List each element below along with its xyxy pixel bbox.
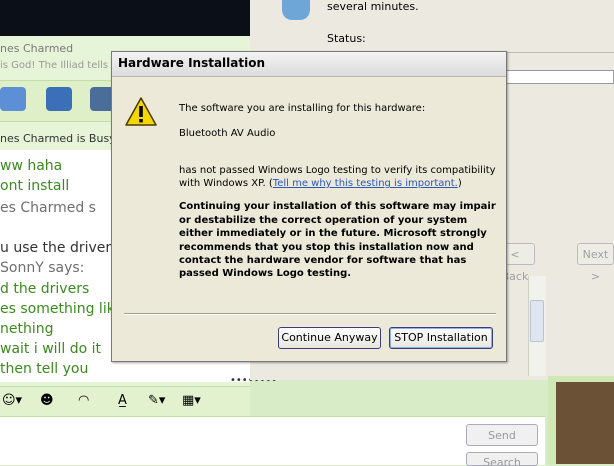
dialog-message-line3: with Windows XP. (Tell me why this testi… xyxy=(179,178,462,189)
stop-installation-button[interactable]: STOP Installation xyxy=(389,327,493,349)
logo-testing-info-link[interactable]: Tell me why this testing is important. xyxy=(273,178,458,189)
chat-line: es something lik xyxy=(0,301,115,317)
display-picture[interactable] xyxy=(556,382,614,464)
chat-line: ww haha xyxy=(0,158,63,174)
device-name: Bluetooth AV Audio xyxy=(179,128,276,139)
nudge-icon[interactable]: ◠ xyxy=(78,393,89,411)
warning-text-line: passed Windows Logo testing. xyxy=(179,268,352,279)
install-cd-icon xyxy=(282,0,310,20)
chat-line: es Charmed s xyxy=(0,200,96,216)
warning-text-line: either immediately or in the future. Mic… xyxy=(179,228,487,239)
chat-line: u use the drivers xyxy=(0,240,119,256)
wizard-progress-text: several minutes. xyxy=(327,0,419,13)
invite-contact-icon[interactable] xyxy=(0,87,26,111)
message-input[interactable] xyxy=(0,416,545,465)
chat-line: nething xyxy=(0,321,54,337)
warning-text-line: recommends that you stop this installati… xyxy=(179,242,474,253)
chat-line: wait i will do it xyxy=(0,341,102,357)
dialog-separator xyxy=(124,313,496,315)
warning-text-line: Continuing your installation of this sof… xyxy=(179,201,496,212)
chat-line: ont install xyxy=(0,178,70,194)
background-icon[interactable]: ✎▾ xyxy=(148,393,165,411)
continue-anyway-button[interactable]: Continue Anyway xyxy=(278,327,381,349)
wizard-status-label: Status: xyxy=(327,32,366,45)
dialog-message-line2: has not passed Windows Logo testing to v… xyxy=(179,165,496,176)
chat-line: SonnY says: xyxy=(0,260,85,276)
color-icon[interactable]: ▦▾ xyxy=(182,393,201,411)
warning-text-line: or destabilize the correct operation of … xyxy=(179,215,468,226)
wizard-next-button[interactable]: Next > xyxy=(577,243,614,283)
chat-line: d the drivers xyxy=(0,281,90,297)
messenger-banner xyxy=(0,0,250,36)
line3-suffix: ) xyxy=(457,178,462,189)
chat-line: then tell you xyxy=(0,361,89,377)
dialog-title: Hardware Installation xyxy=(118,56,266,70)
emoticon-toolbar: ☺▾ ☻ ◠ A̲ ✎▾ ▦▾ xyxy=(0,386,250,417)
send-files-icon[interactable] xyxy=(46,87,72,111)
warning-icon xyxy=(125,97,157,126)
font-icon[interactable]: A̲ xyxy=(118,393,127,411)
wink-icon[interactable]: ☻ xyxy=(40,393,54,411)
dialog-message-line1: The software you are installing for this… xyxy=(179,103,426,114)
scroll-thumb[interactable] xyxy=(530,300,544,342)
line3-prefix: with Windows XP. ( xyxy=(179,178,273,189)
emoticon-icon[interactable]: ☺▾ xyxy=(2,393,22,411)
warning-text-line: contact the hardware vendor for software… xyxy=(179,255,467,266)
send-button[interactable]: Send xyxy=(466,424,538,446)
